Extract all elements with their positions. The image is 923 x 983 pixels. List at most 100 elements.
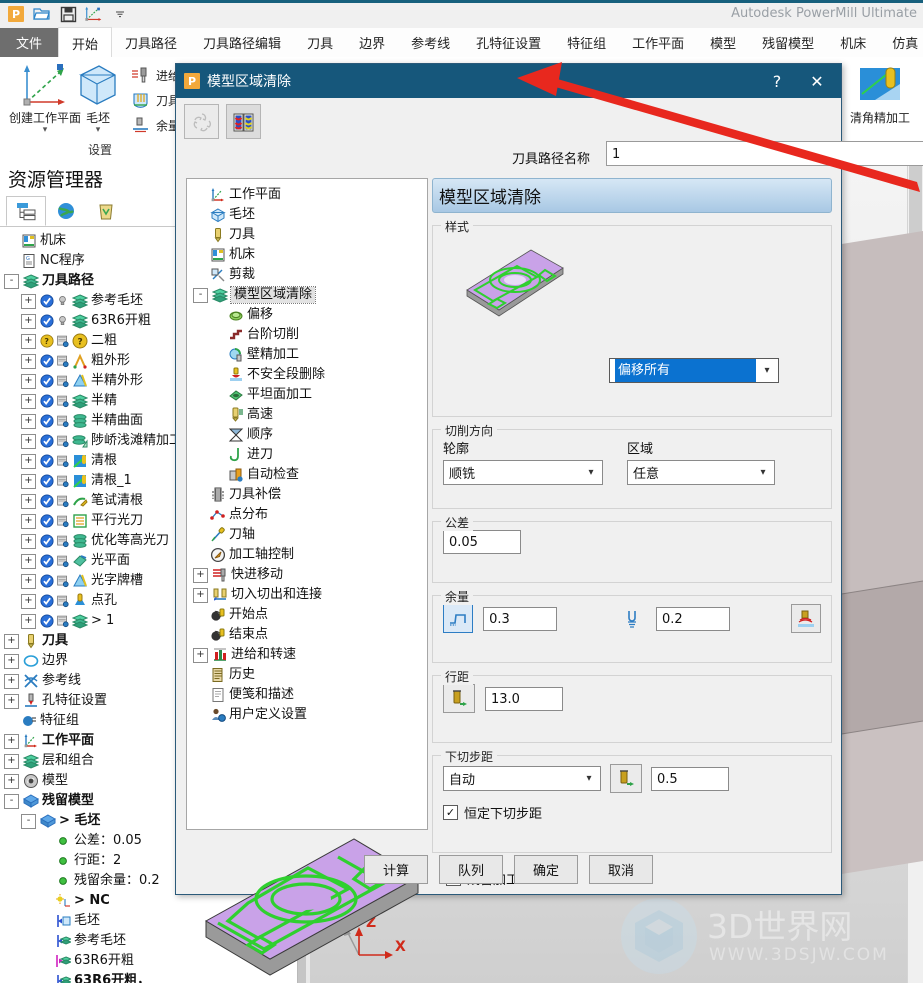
check-status-icon[interactable] (39, 553, 54, 569)
axial-thickness-input[interactable]: 0.2 (656, 606, 730, 631)
dialog-tree-item[interactable]: 自动检查 (193, 465, 427, 485)
collapse-icon[interactable]: - (193, 287, 208, 303)
constant-stepdown-checkbox[interactable]: ✓ 恒定下切步距 (443, 803, 821, 822)
expand-icon[interactable]: + (21, 473, 36, 489)
workplane-icon[interactable] (84, 4, 104, 24)
expand-icon[interactable]: + (4, 633, 19, 649)
sim-icon[interactable] (55, 433, 70, 449)
check-status-icon[interactable] (39, 453, 54, 469)
expand-icon[interactable]: + (21, 573, 36, 589)
question-status-icon[interactable]: ? (39, 333, 54, 349)
expand-icon[interactable]: + (4, 773, 19, 789)
stepover-input[interactable]: 13.0 (485, 686, 563, 711)
check-status-icon[interactable] (39, 513, 54, 529)
check-status-icon[interactable] (39, 593, 54, 609)
sim-icon[interactable] (55, 573, 70, 589)
dialog-tree-item[interactable]: 工作平面 (193, 185, 427, 205)
chevron-down-icon[interactable]: ▾ (66, 126, 130, 135)
dialog-tree-item[interactable]: 壁精加工 (193, 345, 427, 365)
expand-icon[interactable]: + (4, 693, 19, 709)
bulb-icon[interactable] (55, 293, 70, 309)
dialog-tree-item[interactable]: 不安全段删除 (193, 365, 427, 385)
open-icon[interactable] (32, 4, 52, 24)
expand-icon[interactable]: + (21, 393, 36, 409)
dialog-tree-item[interactable]: - 模型区域清除 (193, 285, 427, 305)
collapse-icon[interactable]: - (21, 813, 36, 829)
expand-icon[interactable]: + (193, 587, 208, 603)
check-status-icon[interactable] (39, 413, 54, 429)
check-status-icon[interactable] (39, 473, 54, 489)
stepdown-input[interactable]: 0.5 (651, 766, 729, 791)
explorer-tab-tree[interactable] (6, 196, 46, 226)
dialog-tree-item[interactable]: 剪裁 (193, 265, 427, 285)
sim-icon[interactable] (55, 353, 70, 369)
dialog-title-bar[interactable]: P 模型区域清除 ? ✕ (176, 64, 841, 98)
check-status-icon[interactable] (39, 433, 54, 449)
close-button[interactable]: ✕ (797, 65, 837, 97)
expand-icon[interactable]: + (4, 653, 19, 669)
ribbon-button-block[interactable]: 毛坯 ▾ (66, 61, 130, 135)
dialog-tree-item[interactable]: 刀具 (193, 225, 427, 245)
ribbon-tab-workplane[interactable]: 工作平面 (619, 28, 697, 57)
tolerance-input[interactable]: 0.05 (443, 530, 521, 554)
expand-icon[interactable]: + (21, 533, 36, 549)
dialog-tree-item[interactable]: 机床 (193, 245, 427, 265)
stepover-icon[interactable] (443, 684, 475, 713)
check-status-icon[interactable] (39, 573, 54, 589)
check-status-icon[interactable] (39, 533, 54, 549)
dialog-tree-item[interactable]: 加工轴控制 (193, 545, 427, 565)
check-status-icon[interactable] (39, 493, 54, 509)
stepdown-icon[interactable] (610, 764, 642, 793)
ribbon-tab-model[interactable]: 模型 (697, 28, 749, 57)
toolpath-name-input[interactable]: 1 (606, 141, 923, 166)
collapse-icon[interactable]: - (4, 793, 19, 809)
dialog-tree-item[interactable]: 刀具补偿 (193, 485, 427, 505)
ribbon-tab-home[interactable]: 开始 (58, 27, 113, 57)
app-logo-icon[interactable]: P (6, 4, 26, 24)
expand-icon[interactable]: + (193, 567, 208, 583)
sim-icon[interactable] (55, 513, 70, 529)
expand-icon[interactable]: + (21, 453, 36, 469)
help-button[interactable]: ? (757, 65, 797, 97)
dialog-tree-item[interactable]: 毛坯 (193, 205, 427, 225)
expand-icon[interactable]: + (21, 413, 36, 429)
expand-icon[interactable]: + (193, 647, 208, 663)
ribbon-tab-tool[interactable]: 刀具 (294, 28, 346, 57)
sim-icon[interactable] (55, 553, 70, 569)
dialog-tree-item[interactable]: 进刀 (193, 445, 427, 465)
sim-icon[interactable] (55, 453, 70, 469)
dialog-tree-item[interactable]: 顺序 (193, 425, 427, 445)
area-dropdown[interactable]: 任意 ▾ (627, 460, 775, 485)
radial-thickness-input[interactable]: 0.3 (483, 606, 557, 631)
ribbon-tab-boundary[interactable]: 边界 (346, 28, 398, 57)
dialog-tree-item[interactable]: 便笺和描述 (193, 685, 427, 705)
cancel-button[interactable]: 取消 (589, 855, 653, 884)
dialog-tree-item[interactable]: + 快进移动 (193, 565, 427, 585)
bulb-icon[interactable] (55, 313, 70, 329)
dialog-tree-item[interactable]: 点分布 (193, 505, 427, 525)
ribbon-tab-stock-model[interactable]: 残留模型 (749, 28, 827, 57)
ribbon-tab-pattern[interactable]: 参考线 (398, 28, 463, 57)
dialog-tree-item[interactable]: 开始点 (193, 605, 427, 625)
stepdown-mode-dropdown[interactable]: 自动 ▾ (443, 766, 601, 791)
expand-icon[interactable]: + (4, 733, 19, 749)
ribbon-tab-file[interactable]: 文件 (0, 28, 59, 57)
ribbon-tab-machine[interactable]: 机床 (827, 28, 879, 57)
check-status-icon[interactable] (39, 313, 54, 329)
recycle-toolpath-icon[interactable] (184, 104, 219, 139)
dialog-tree-item[interactable]: 平坦面加工 (193, 385, 427, 405)
expand-icon[interactable]: + (21, 553, 36, 569)
sim-icon[interactable] (55, 613, 70, 629)
sim-icon[interactable] (55, 373, 70, 389)
chevron-down-icon[interactable] (110, 4, 130, 24)
check-status-icon[interactable] (39, 393, 54, 409)
sim-icon[interactable] (55, 533, 70, 549)
expand-icon[interactable]: + (21, 493, 36, 509)
expand-icon[interactable]: + (21, 513, 36, 529)
compare-toolpath-icon[interactable] (226, 104, 261, 139)
collapse-icon[interactable]: - (4, 273, 19, 289)
expand-icon[interactable]: + (21, 353, 36, 369)
sim-icon[interactable] (55, 593, 70, 609)
save-icon[interactable] (58, 4, 78, 24)
queue-button[interactable]: 队列 (439, 855, 503, 884)
